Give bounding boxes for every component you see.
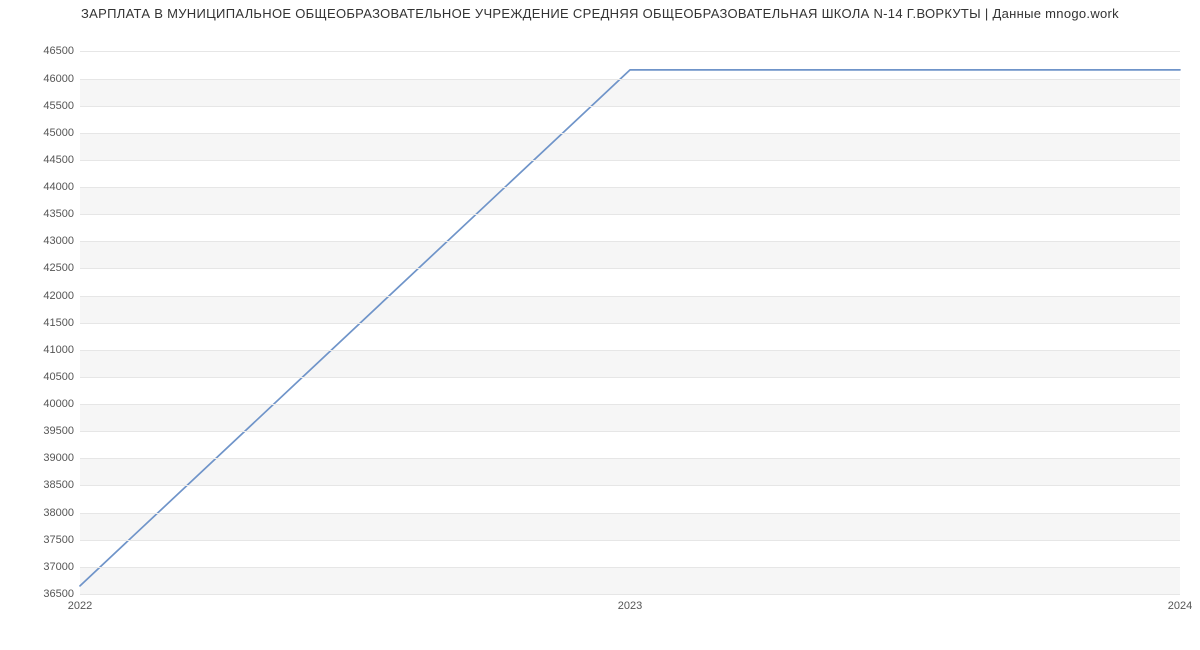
gridline (80, 404, 1180, 405)
x-axis-tick-label: 2024 (1168, 600, 1192, 612)
gridline (80, 594, 1180, 595)
gridline (80, 323, 1180, 324)
y-axis-tick-label: 46000 (14, 73, 74, 85)
gridline (80, 133, 1180, 134)
chart-title: ЗАРПЛАТА В МУНИЦИПАЛЬНОЕ ОБЩЕОБРАЗОВАТЕЛ… (0, 6, 1200, 21)
y-axis-tick-label: 42000 (14, 290, 74, 302)
gridline (80, 106, 1180, 107)
y-axis-tick-label: 40500 (14, 371, 74, 383)
y-axis-tick-label: 45000 (14, 127, 74, 139)
gridline (80, 485, 1180, 486)
y-axis-tick-label: 37500 (14, 534, 74, 546)
gridline (80, 241, 1180, 242)
y-axis-tick-label: 39500 (14, 425, 74, 437)
y-axis-tick-label: 38500 (14, 479, 74, 491)
y-axis-tick-label: 37000 (14, 561, 74, 573)
y-axis-tick-label: 43000 (14, 235, 74, 247)
y-axis-tick-label: 45500 (14, 100, 74, 112)
gridline (80, 350, 1180, 351)
gridline (80, 187, 1180, 188)
gridline (80, 214, 1180, 215)
gridline (80, 458, 1180, 459)
y-axis-tick-label: 39000 (14, 452, 74, 464)
gridline (80, 540, 1180, 541)
line-chart: ЗАРПЛАТА В МУНИЦИПАЛЬНОЕ ОБЩЕОБРАЗОВАТЕЛ… (0, 0, 1200, 650)
gridline (80, 268, 1180, 269)
y-axis-tick-label: 44500 (14, 154, 74, 166)
y-axis-tick-label: 41000 (14, 344, 74, 356)
y-axis-tick-label: 44000 (14, 181, 74, 193)
y-axis-tick-label: 42500 (14, 262, 74, 274)
gridline (80, 160, 1180, 161)
gridline (80, 567, 1180, 568)
gridline (80, 431, 1180, 432)
gridline (80, 377, 1180, 378)
y-axis-tick-label: 46500 (14, 45, 74, 57)
x-axis-tick-label: 2023 (618, 600, 642, 612)
y-axis-tick-label: 40000 (14, 398, 74, 410)
gridline (80, 296, 1180, 297)
x-axis-tick-label: 2022 (68, 600, 92, 612)
y-axis-tick-label: 43500 (14, 208, 74, 220)
gridline (80, 513, 1180, 514)
y-axis-tick-label: 36500 (14, 588, 74, 600)
plot-area (80, 46, 1180, 595)
y-axis-tick-label: 41500 (14, 317, 74, 329)
y-axis-tick-label: 38000 (14, 507, 74, 519)
gridline (80, 79, 1180, 80)
gridline (80, 51, 1180, 52)
